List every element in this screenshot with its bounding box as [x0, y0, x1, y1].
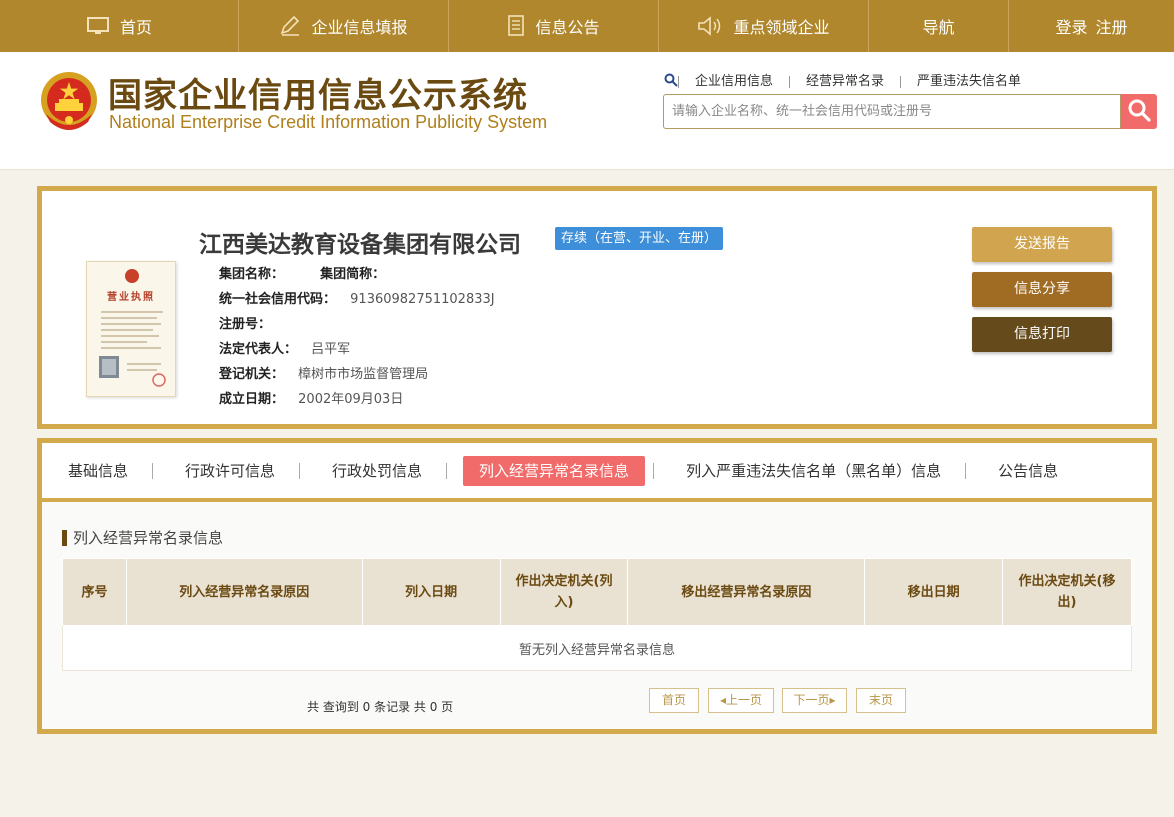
- tab-divider: [152, 462, 154, 479]
- nav-announcements-label: 信息公告: [535, 18, 600, 37]
- search-link-abnormal-list[interactable]: 经营异常名录: [789, 75, 900, 88]
- empty-message: 暂无列入经营异常名录信息: [62, 625, 1132, 671]
- abnormal-list-table: 序号 列入经营异常名录原因 列入日期 作出决定机关(列入) 移出经营异常名录原因…: [62, 558, 1132, 671]
- search-link-blacklist[interactable]: 严重违法失信名单: [900, 75, 1037, 88]
- nav-home[interactable]: 首页: [0, 0, 238, 52]
- last-page-button[interactable]: 末页: [856, 688, 906, 713]
- col-list-authority: 作出决定机关(列入): [499, 558, 629, 626]
- login-link[interactable]: 登录: [1055, 14, 1087, 38]
- founded-label: 成立日期：: [219, 392, 285, 407]
- tab-divider: [446, 462, 448, 479]
- tab-admin-penalty[interactable]: 行政处罚信息: [316, 456, 438, 486]
- nav-key-sector[interactable]: 重点领域企业: [658, 0, 868, 52]
- legal-rep-label: 法定代表人：: [219, 342, 298, 357]
- nav-enterprise-report[interactable]: 企业信息填报: [238, 0, 448, 52]
- prev-page-label: 上一页: [726, 693, 763, 707]
- next-page-button[interactable]: 下一页▸: [782, 688, 847, 713]
- monitor-icon: [86, 16, 110, 36]
- tab-divider: [965, 462, 967, 479]
- search-magnifier-icon: [664, 73, 678, 91]
- register-link[interactable]: 注册: [1096, 14, 1128, 38]
- tab-basic-info[interactable]: 基础信息: [52, 456, 144, 486]
- search-icon: [1127, 98, 1151, 126]
- edit-icon: [279, 16, 301, 36]
- nav-home-label: 首页: [119, 18, 152, 37]
- speaker-icon: [697, 16, 723, 36]
- authority-value: 樟树市市场监督管理局: [298, 367, 429, 382]
- tab-divider: [299, 462, 301, 479]
- company-card: 营业执照 江西美达教育设备集团有限公司 存续（在营、开业、在册） 集团名称： 集…: [37, 186, 1157, 429]
- col-remove-reason: 移出经营异常名录原因: [627, 558, 866, 626]
- founded-value: 2002年09月03日: [298, 392, 404, 407]
- legal-rep-row: 法定代表人： 吕平军: [219, 338, 350, 357]
- col-remove-date: 移出日期: [864, 558, 1004, 626]
- authority-label: 登记机关：: [219, 367, 285, 382]
- founded-row: 成立日期： 2002年09月03日: [219, 388, 403, 407]
- nav-enterprise-report-label: 企业信息填报: [311, 18, 408, 37]
- send-report-button[interactable]: 发送报告: [972, 227, 1112, 262]
- first-page-button[interactable]: 首页: [649, 688, 699, 713]
- table-row: 暂无列入经营异常名录信息: [62, 625, 1132, 671]
- site-title[interactable]: 国家企业信用信息公示系统: [108, 68, 528, 117]
- table-header-row: 序号 列入经营异常名录原因 列入日期 作出决定机关(列入) 移出经营异常名录原因…: [62, 558, 1132, 626]
- credit-code-row: 统一社会信用代码： 91360982751102833J: [219, 288, 495, 307]
- nav-navigation[interactable]: 导航: [868, 0, 1008, 52]
- caret-right-icon: ▸: [829, 693, 836, 707]
- nav-navigation-label: 导航: [922, 18, 955, 37]
- search-button[interactable]: [1121, 94, 1157, 129]
- col-list-reason: 列入经营异常名录原因: [125, 558, 363, 626]
- search-link-credit-info[interactable]: 企业信用信息: [678, 75, 789, 88]
- tab-admin-license[interactable]: 行政许可信息: [169, 456, 291, 486]
- credit-code-label: 统一社会信用代码：: [219, 292, 337, 307]
- credit-code-value: 91360982751102833J: [350, 292, 495, 307]
- tab-bar: 基础信息 行政许可信息 行政处罚信息 列入经营异常名录信息 列入严重违法失信名单…: [42, 443, 1152, 502]
- print-button[interactable]: 信息打印: [972, 317, 1112, 352]
- reg-no-row: 注册号：: [219, 313, 271, 332]
- nav-announcements[interactable]: 信息公告: [448, 0, 658, 52]
- group-short-label: 集团简称：: [320, 267, 386, 282]
- section-title: 列入经营异常名录信息: [62, 530, 223, 546]
- top-navigation: 首页 企业信息填报 信息公告 重点领域企业 导航 登录 注册: [0, 0, 1174, 52]
- site-title-english: National Enterprise Credit Information P…: [109, 112, 548, 132]
- nav-key-sector-label: 重点领域企业: [733, 18, 830, 37]
- national-emblem-icon[interactable]: [38, 70, 100, 138]
- tab-abnormal-list[interactable]: 列入经营异常名录信息: [463, 455, 646, 486]
- search-input[interactable]: 请输入企业名称、统一社会信用代码或注册号: [663, 94, 1121, 129]
- document-icon: [507, 15, 525, 37]
- col-index: 序号: [62, 558, 127, 626]
- col-list-date: 列入日期: [361, 558, 501, 626]
- tab-blacklist[interactable]: 列入严重违法失信名单（黑名单）信息: [670, 456, 957, 486]
- tab-divider: [653, 462, 655, 479]
- business-license-image[interactable]: 营业执照: [86, 261, 176, 397]
- license-title: 营业执照: [107, 292, 155, 303]
- tab-announcements[interactable]: 公告信息: [982, 456, 1074, 486]
- reg-no-label: 注册号：: [219, 317, 272, 332]
- next-page-label: 下一页: [793, 693, 830, 707]
- col-remove-authority: 作出决定机关(移出): [1002, 558, 1132, 626]
- detail-panel: 基础信息 行政许可信息 行政处罚信息 列入经营异常名录信息 列入严重违法失信名单…: [37, 438, 1157, 734]
- legal-rep-value: 吕平军: [311, 342, 351, 357]
- authority-row: 登记机关： 樟树市市场监督管理局: [219, 363, 428, 382]
- site-header: 国家企业信用信息公示系统 National Enterprise Credit …: [0, 52, 1174, 170]
- prev-page-button[interactable]: ◂上一页: [708, 688, 774, 713]
- group-name-row: 集团名称： 集团简称：: [219, 263, 385, 282]
- pager-summary: 共 查询到 0 条记录 共 0 页: [307, 700, 454, 714]
- group-name-label: 集团名称：: [219, 267, 285, 282]
- share-button[interactable]: 信息分享: [972, 272, 1112, 307]
- status-badge: 存续（在营、开业、在册）: [555, 227, 724, 250]
- company-name: 江西美达教育设备集团有限公司: [199, 232, 521, 258]
- nav-account: 登录 注册: [1008, 0, 1174, 52]
- search-type-links: 企业信用信息 经营异常名录 严重违法失信名单: [664, 73, 1037, 91]
